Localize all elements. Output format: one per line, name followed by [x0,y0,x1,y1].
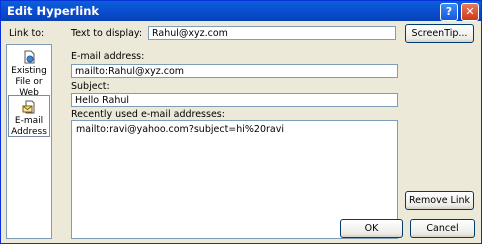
remove-link-button[interactable]: Remove Link [405,191,474,210]
text-to-display-label: Text to display: [71,28,143,39]
title-bar[interactable]: Edit Hyperlink ? ✕ [1,1,481,21]
link-to-email-address[interactable]: E-mail Address [8,95,50,137]
dialog-body: Link to: Existing File or Web Page E-mai… [1,21,481,243]
ok-button[interactable]: OK [340,219,403,238]
link-to-email-address-label: E-mail Address [11,116,47,137]
subject-input[interactable]: Hello Rahul [71,93,398,107]
dialog-title: Edit Hyperlink [7,4,100,18]
close-icon: ✕ [465,5,475,18]
link-to-label: Link to: [9,28,45,39]
document-globe-icon [24,50,35,64]
subject-label: Subject: [71,81,110,92]
edit-hyperlink-dialog: Edit Hyperlink ? ✕ Link to: Existing Fil… [0,0,482,244]
envelope-icon [22,100,35,114]
recent-addresses-label: Recently used e-mail addresses: [71,109,225,120]
email-address-label: E-mail address: [71,51,145,62]
email-address-input[interactable]: mailto:Rahul@xyz.com [71,64,398,78]
help-icon: ? [445,5,453,18]
list-item[interactable]: mailto:ravi@yahoo.com?subject=hi%20ravi [76,124,397,135]
text-to-display-input[interactable]: Rahul@xyz.com [148,26,396,40]
cancel-button[interactable]: Cancel [410,219,475,238]
close-button[interactable]: ✕ [461,3,479,21]
help-button[interactable]: ? [440,3,458,21]
screentip-button[interactable]: ScreenTip... [405,24,474,43]
link-to-panel: Existing File or Web Page E-mail Address [6,44,52,239]
